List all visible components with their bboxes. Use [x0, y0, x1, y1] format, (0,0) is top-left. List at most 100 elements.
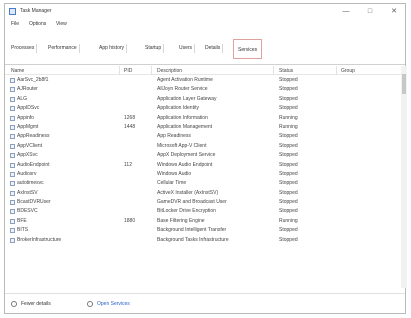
table-row[interactable]: Audiosrv Windows Audio Stopped	[5, 170, 401, 179]
chevron-up-icon[interactable]	[11, 301, 17, 307]
tab-users[interactable]: Users	[177, 44, 196, 53]
service-description: Application Management	[157, 123, 213, 130]
service-name: BcastDVRUser	[17, 199, 51, 206]
table-row[interactable]: BDESVC BitLocker Drive Encryption Stopped	[5, 207, 401, 216]
tab-services[interactable]: Services	[233, 39, 263, 59]
service-status: Stopped	[279, 105, 298, 112]
table-row[interactable]: BITS Background Intelligent Transfer Stopp…	[5, 226, 401, 235]
tab-app-history[interactable]: App history	[97, 44, 128, 53]
table-row[interactable]: BFE 1880 Base Filtering Engine Running	[5, 217, 401, 226]
menu-options[interactable]: Options	[29, 21, 46, 27]
minimize-button[interactable]: —	[335, 6, 357, 18]
service-status: Stopped	[279, 199, 298, 206]
service-name: AarSvc_2b8f1	[17, 77, 49, 83]
service-description: Windows Audio Endpoint	[157, 161, 213, 168]
title-bar: Task Manager — □ ✕	[5, 4, 405, 20]
service-name: AudioEndpoint	[17, 161, 50, 168]
scrollbar-thumb[interactable]	[402, 74, 406, 94]
service-status: Stopped	[279, 189, 298, 196]
vertical-scrollbar[interactable]	[401, 66, 407, 288]
service-icon	[10, 209, 15, 215]
column-divider[interactable]	[273, 66, 274, 75]
table-row[interactable]: AppIDSvc Application Identity Stopped	[5, 104, 401, 113]
service-icon	[10, 200, 15, 206]
table-row[interactable]: BrokerInfrastructure Background Tasks Inf…	[5, 236, 401, 245]
service-icon	[10, 228, 15, 234]
service-description: Agent Activation Runtime	[157, 77, 213, 83]
menu-view[interactable]: View	[56, 21, 67, 27]
table-row[interactable]: Appinfo 1268 Application Information Runnin…	[5, 114, 401, 123]
service-pid: 1880	[124, 217, 136, 224]
menu-file[interactable]: File	[11, 21, 19, 27]
service-description: Microsoft App-V Client	[157, 142, 207, 149]
service-icon	[10, 115, 15, 121]
service-description: Windows Audio	[157, 170, 192, 177]
service-description: AppX Deployment Service	[157, 152, 216, 159]
tab-processes[interactable]: Processes	[9, 44, 38, 53]
column-header-group[interactable]: Group	[341, 68, 355, 74]
service-pid: 112	[124, 161, 132, 168]
column-divider[interactable]	[119, 66, 120, 75]
table-row[interactable]: AppMgmt 1448 Application Management Running	[5, 123, 401, 132]
open-services-link[interactable]: Open Services	[97, 301, 130, 307]
service-icon	[10, 190, 15, 196]
service-name: AppIDSvc	[17, 105, 40, 112]
window-title: Task Manager	[20, 8, 52, 14]
column-divider[interactable]	[336, 66, 337, 75]
service-icon	[10, 143, 15, 149]
table-row[interactable]: BcastDVRUser GameDVR and Broadcast User St…	[5, 198, 401, 207]
tab-performance[interactable]: Performance	[46, 44, 80, 53]
service-name: Appinfo	[17, 114, 34, 121]
service-description: Background Tasks Infrastructure	[157, 236, 229, 243]
service-description: Application Information	[157, 114, 208, 121]
table-row[interactable]: autotimesvc Cellular Time Stopped	[5, 179, 401, 188]
service-name: AppXSvc	[17, 152, 38, 159]
table-row[interactable]: AppReadiness App Readiness Stopped	[5, 132, 401, 141]
column-header-pid[interactable]: PID	[124, 68, 132, 74]
table-row[interactable]: AppVClient Microsoft App-V Client Stopped	[5, 142, 401, 151]
service-name: Audiosrv	[17, 170, 37, 177]
table-row[interactable]: AxInstSV ActiveX Installer (AxInstSV) Stop…	[5, 189, 401, 198]
services-icon[interactable]	[87, 301, 93, 307]
services-table: Name PID Description Status Group AarSvc…	[5, 66, 401, 286]
table-row[interactable]: ALG Application Layer Gateway Stopped	[5, 95, 401, 104]
menu-bar: File Options View	[5, 20, 405, 29]
close-button[interactable]: ✕	[383, 6, 405, 18]
table-row[interactable]: AudioEndpoint 112 Windows Audio Endpoint St…	[5, 161, 401, 170]
service-icon	[10, 96, 15, 102]
tab-startup[interactable]: Startup	[143, 44, 165, 53]
service-status: Stopped	[279, 152, 298, 159]
service-description: Application Identity	[157, 105, 199, 112]
table-row[interactable]: AppXSvc AppX Deployment Service Stopped	[5, 151, 401, 160]
column-header-description[interactable]: Description	[157, 68, 182, 74]
service-status: Stopped	[279, 133, 298, 140]
service-name: BrokerInfrastructure	[17, 236, 62, 243]
service-description: BitLocker Drive Encryption	[157, 208, 216, 215]
service-description: AllJoyn Router Service	[157, 86, 208, 93]
service-name: AJRouter	[17, 86, 38, 93]
tab-details[interactable]: Details	[203, 44, 224, 53]
service-name: AppVClient	[17, 142, 43, 149]
service-name: AppMgmt	[17, 123, 39, 130]
service-icon	[10, 124, 15, 130]
service-status: Stopped	[279, 161, 298, 168]
service-name: AxInstSV	[17, 189, 38, 196]
service-icon	[10, 162, 15, 168]
service-status: Running	[279, 123, 298, 130]
column-header-status[interactable]: Status	[279, 68, 293, 74]
service-name: BFE	[17, 217, 27, 224]
table-row[interactable]: AJRouter AllJoyn Router Service Stopped	[5, 85, 401, 94]
service-description: Application Layer Gateway	[157, 95, 217, 102]
maximize-button[interactable]: □	[359, 6, 381, 18]
service-status: Running	[279, 217, 298, 224]
service-icon	[10, 87, 15, 93]
column-divider[interactable]	[151, 66, 152, 75]
table-row[interactable]: AarSvc_2b8f1 Agent Activation Runtime Stop…	[5, 76, 401, 85]
service-icon	[10, 181, 15, 187]
fewer-details-button[interactable]: Fewer details	[21, 301, 51, 307]
service-status: Stopped	[279, 86, 298, 93]
service-status: Stopped	[279, 95, 298, 102]
column-header-name[interactable]: Name	[11, 68, 24, 74]
service-icon	[10, 134, 15, 140]
service-icon	[10, 171, 15, 177]
